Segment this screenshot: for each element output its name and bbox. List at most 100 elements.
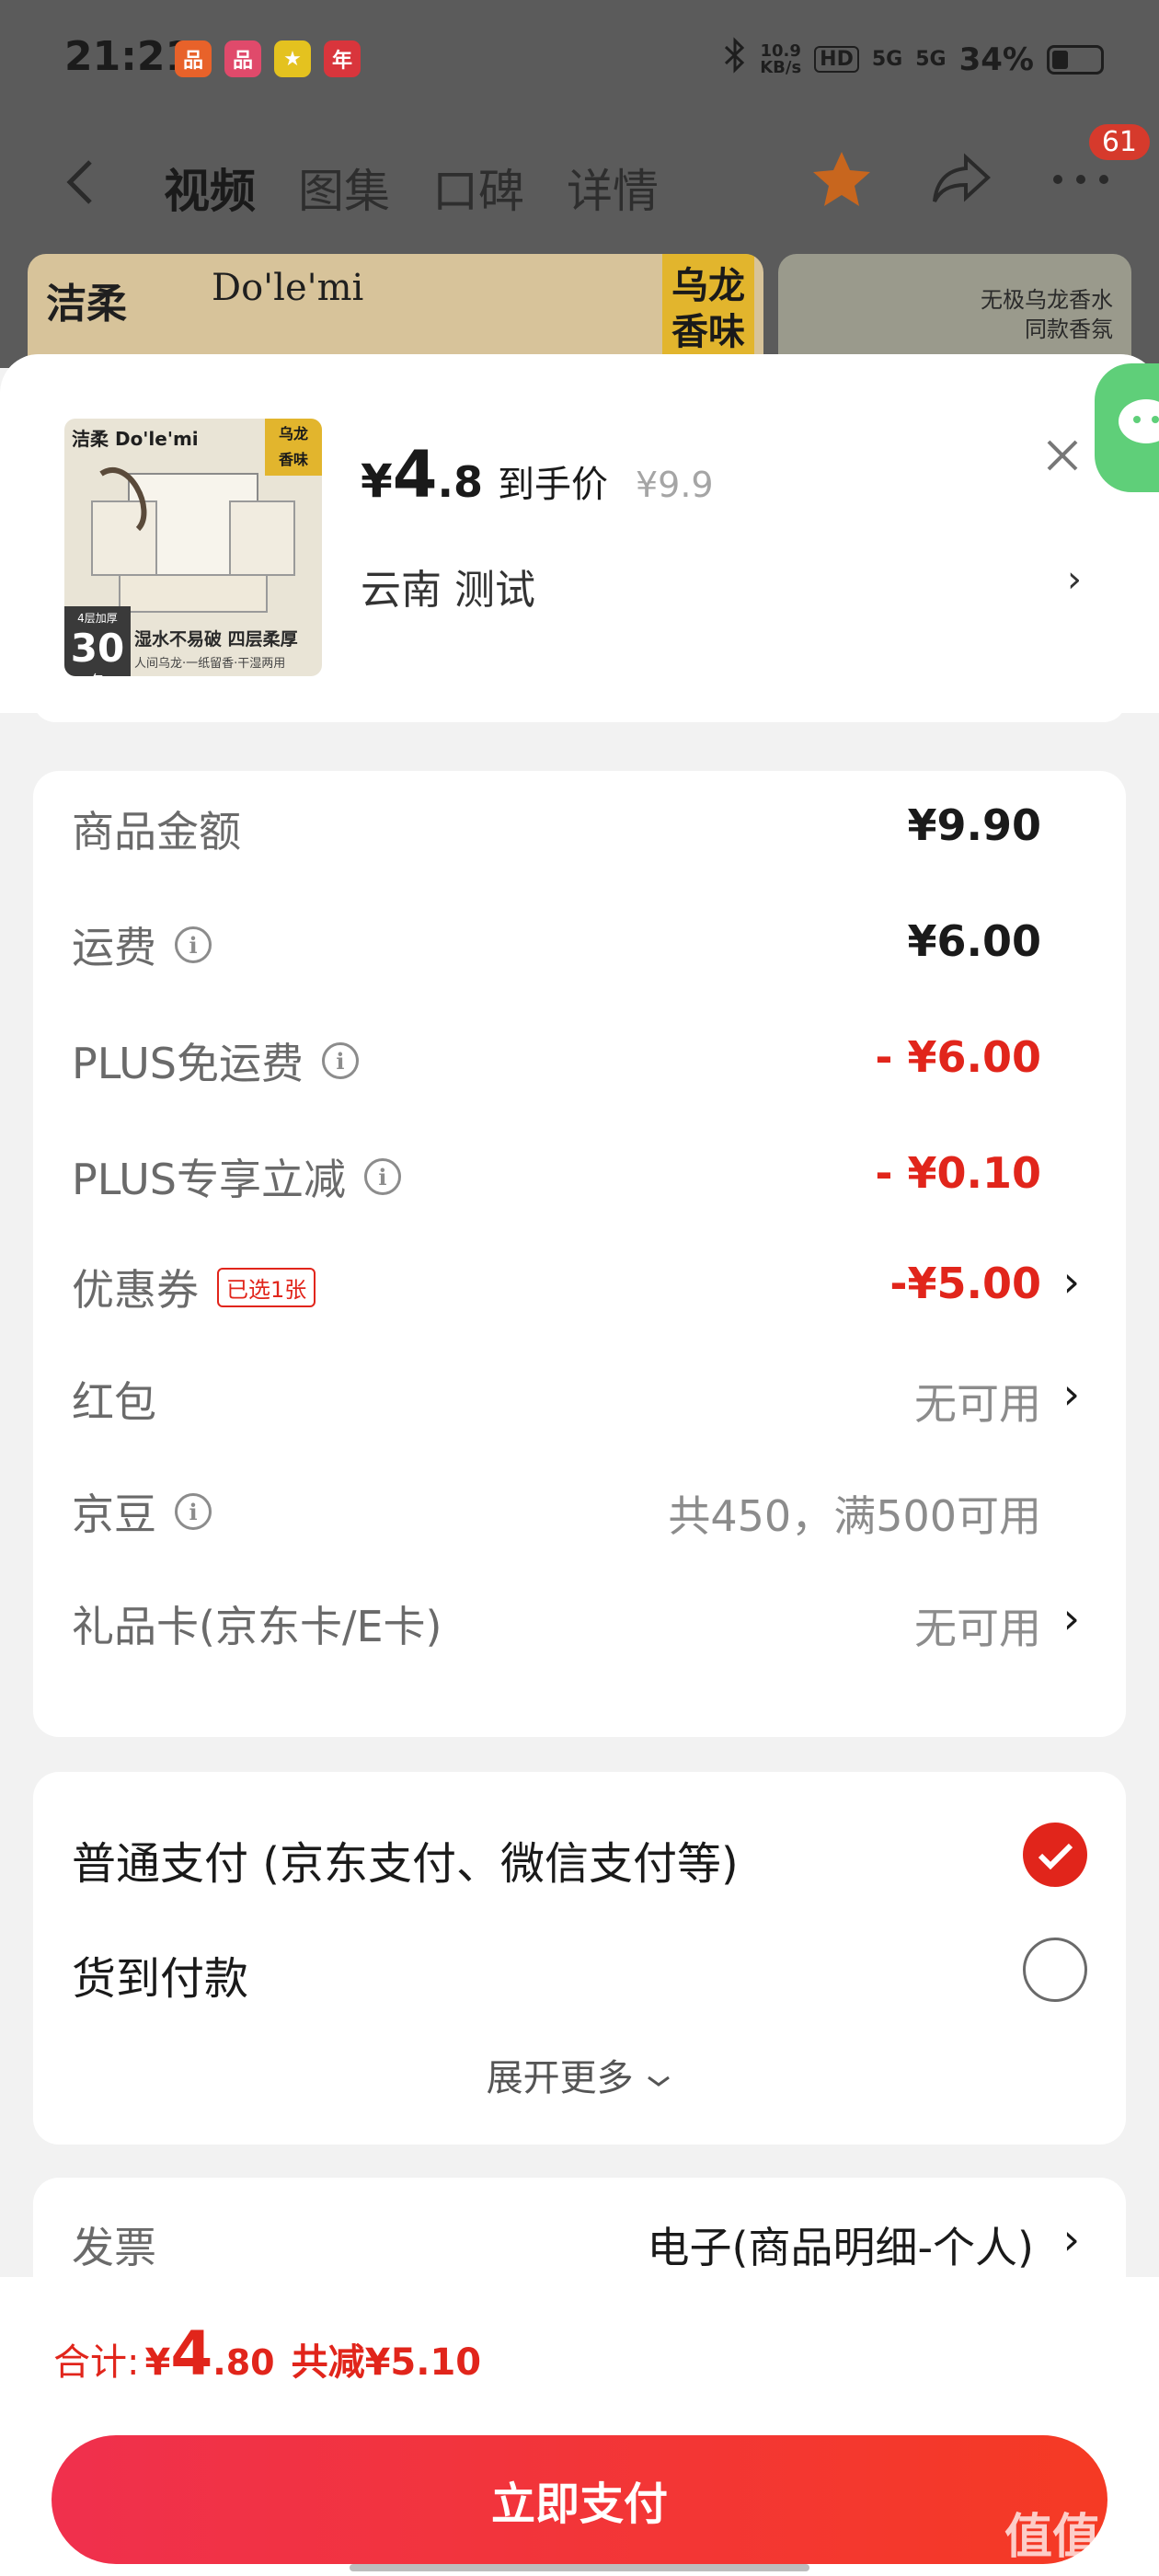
original-price: ¥9.9 bbox=[636, 465, 714, 505]
chevron-right-icon[interactable]: › bbox=[1063, 1257, 1080, 1306]
favorite-star-icon[interactable] bbox=[809, 147, 874, 215]
more-dots-icon bbox=[1053, 175, 1108, 184]
fee-value: ¥9.90 bbox=[907, 800, 1041, 850]
product-banner: 洁柔 Do'le'mi 乌龙 香味 bbox=[28, 254, 763, 368]
payment-option-label: 普通支付 (京东支付、微信支付等) bbox=[72, 1838, 739, 1890]
chevron-right-icon[interactable]: › bbox=[1063, 1593, 1080, 1643]
fee-label: 优惠券 已选1张 bbox=[72, 1257, 316, 1317]
info-icon[interactable]: i bbox=[175, 1493, 212, 1530]
thumb-slogan: 湿水不易破 四层柔厚 bbox=[134, 629, 298, 650]
watermark-text: 值值值 bbox=[1004, 2510, 1148, 2565]
tab-reviews[interactable]: 口碑 bbox=[432, 155, 524, 221]
fee-value: - ¥6.00 bbox=[875, 1032, 1041, 1082]
close-icon bbox=[1047, 440, 1078, 471]
fee-label-text: PLUS免运费 bbox=[72, 1039, 304, 1088]
chevron-right-icon[interactable]: › bbox=[1067, 558, 1082, 601]
bluetooth-icon bbox=[723, 37, 747, 82]
address-card-edge bbox=[33, 695, 1126, 722]
signal-icon: 5G bbox=[871, 48, 903, 71]
fee-row-red-packet[interactable]: 红包 无可用 › bbox=[33, 1341, 1126, 1452]
share-icon[interactable] bbox=[929, 152, 993, 211]
banner-flavor-tag: 乌龙 香味 bbox=[662, 254, 754, 368]
nav-actions: 61 bbox=[809, 124, 1150, 215]
status-indicators: 10.9 KB/s HD 5G 5G 34% bbox=[723, 37, 1104, 82]
status-bar: 21:21 品 品 ★ 年 10.9 KB/s HD 5G 5G 34% bbox=[0, 0, 1159, 120]
price-symbol: ¥ bbox=[361, 454, 393, 508]
background-page: 21:21 品 品 ★ 年 10.9 KB/s HD 5G 5G 34% 视频 … bbox=[0, 0, 1159, 368]
more-menu-button[interactable]: 61 bbox=[1049, 124, 1150, 192]
nav-tabs: 视频 图集 口碑 详情 bbox=[164, 155, 659, 221]
fee-value: 无可用 bbox=[914, 1379, 1041, 1429]
fee-row-gift-card[interactable]: 礼品卡(京东卡/E卡) 无可用 › bbox=[33, 1566, 1126, 1676]
expand-more-button[interactable]: 展开更多 bbox=[33, 2048, 1126, 2101]
thumb-count-unit: 包 bbox=[91, 673, 104, 676]
product-price: ¥ 4 .8 到手价 ¥9.9 bbox=[361, 437, 714, 512]
payment-option-online[interactable]: 普通支付 (京东支付、微信支付等) bbox=[33, 1800, 1126, 1910]
fee-label: 红包 bbox=[72, 1369, 156, 1430]
chevron-left-icon bbox=[66, 160, 92, 204]
selected-spec[interactable]: 云南 测试 bbox=[361, 557, 535, 615]
fee-label-text: 京豆 bbox=[72, 1489, 156, 1539]
info-icon[interactable]: i bbox=[175, 926, 212, 963]
chevron-right-icon[interactable]: › bbox=[1063, 2214, 1080, 2264]
fee-summary-card: 商品金额 ¥9.90 运费 i ¥6.00 PLUS免运费 i - ¥6.00 PL… bbox=[33, 771, 1126, 1737]
wechat-icon bbox=[1119, 399, 1159, 443]
fee-label: PLUS免运费 i bbox=[72, 1030, 359, 1091]
fee-value: ¥6.00 bbox=[907, 916, 1041, 966]
invoice-label: 发票 bbox=[72, 2223, 156, 2272]
payment-method-card: 普通支付 (京东支付、微信支付等) 货到付款 展开更多 bbox=[33, 1772, 1126, 2145]
app-icon: 品 bbox=[224, 40, 261, 77]
total-decimal: .80 bbox=[212, 2342, 275, 2383]
message-badge: 61 bbox=[1088, 124, 1150, 160]
close-sheet-button[interactable] bbox=[1039, 432, 1085, 478]
payment-radio-unchecked[interactable] bbox=[1023, 1938, 1087, 2002]
site-watermark: 值值值 zhizhizhi.com bbox=[1004, 2498, 1148, 2576]
order-total: 合计: ¥ 4 .80 共减¥5.10 bbox=[53, 2318, 481, 2389]
pay-now-button[interactable]: 立即支付 bbox=[52, 2435, 1107, 2564]
fee-row-shipping: 运费 i ¥6.00 bbox=[33, 887, 1126, 997]
fee-row-jd-beans: 京豆 i 共450，满500可用 bbox=[33, 1454, 1126, 1564]
total-integer: 4 bbox=[170, 2318, 213, 2389]
wechat-share-button[interactable] bbox=[1095, 363, 1159, 492]
back-button[interactable] bbox=[55, 155, 110, 210]
notification-icons: 品 品 ★ 年 bbox=[175, 40, 361, 77]
info-icon[interactable]: i bbox=[321, 1042, 359, 1079]
banner-tag-line: 乌龙 bbox=[671, 265, 745, 307]
payment-option-label: 货到付款 bbox=[72, 1953, 249, 2005]
total-label: 合计: bbox=[53, 2341, 140, 2384]
fee-label: 京豆 i bbox=[72, 1481, 212, 1542]
thumb-count-number: 30 bbox=[70, 626, 125, 671]
network-speed-unit: KB/s bbox=[760, 57, 802, 77]
home-indicator[interactable] bbox=[350, 2564, 809, 2571]
product-top-nav: 视频 图集 口碑 详情 61 bbox=[0, 124, 1159, 230]
fee-label: 商品金额 bbox=[72, 799, 241, 859]
signal-icon: 5G bbox=[915, 48, 947, 71]
tab-video[interactable]: 视频 bbox=[164, 155, 256, 221]
chevron-right-icon[interactable]: › bbox=[1063, 1369, 1080, 1419]
fee-label: PLUS专享立减 i bbox=[72, 1146, 401, 1207]
product-banner-secondary: 无极乌龙香水 同款香氛 bbox=[778, 254, 1131, 368]
payment-option-cod[interactable]: 货到付款 bbox=[33, 1915, 1126, 2025]
hd-icon: HD bbox=[814, 46, 859, 73]
tab-details[interactable]: 详情 bbox=[567, 155, 659, 221]
fee-label-text: 优惠券 bbox=[72, 1265, 199, 1315]
payment-radio-checked[interactable] bbox=[1023, 1823, 1087, 1887]
tab-gallery[interactable]: 图集 bbox=[298, 155, 390, 221]
fee-row-coupon[interactable]: 优惠券 已选1张 -¥5.00 › bbox=[33, 1229, 1126, 1340]
info-icon[interactable]: i bbox=[363, 1158, 401, 1195]
banner-tag-line: 香味 bbox=[671, 311, 745, 353]
fee-label-text: 红包 bbox=[72, 1377, 156, 1427]
product-thumbnail: 洁柔 Do'le'mi 乌龙 香味 4层加厚 30 包 湿水不易破 四层柔厚 人… bbox=[64, 419, 322, 676]
thumb-count-label: 4层加厚 bbox=[77, 612, 118, 625]
total-saved: 共减¥5.10 bbox=[291, 2341, 482, 2384]
banner-brand-secondary: Do'le'mi bbox=[212, 267, 364, 309]
app-icon: 年 bbox=[324, 40, 361, 77]
product-summary: 洁柔 Do'le'mi 乌龙 香味 4层加厚 30 包 湿水不易破 四层柔厚 人… bbox=[0, 354, 1159, 713]
banner-side-text: 无极乌龙香水 同款香氛 bbox=[981, 285, 1113, 344]
fee-row-plus-discount: PLUS专享立减 i - ¥0.10 bbox=[33, 1119, 1126, 1229]
fee-label-text: PLUS专享立减 bbox=[72, 1155, 346, 1204]
app-icon: ★ bbox=[274, 40, 311, 77]
chevron-down-icon bbox=[648, 2076, 671, 2087]
fee-label: 运费 i bbox=[72, 914, 212, 975]
banner-side-line: 无极乌龙香水 bbox=[981, 287, 1113, 313]
